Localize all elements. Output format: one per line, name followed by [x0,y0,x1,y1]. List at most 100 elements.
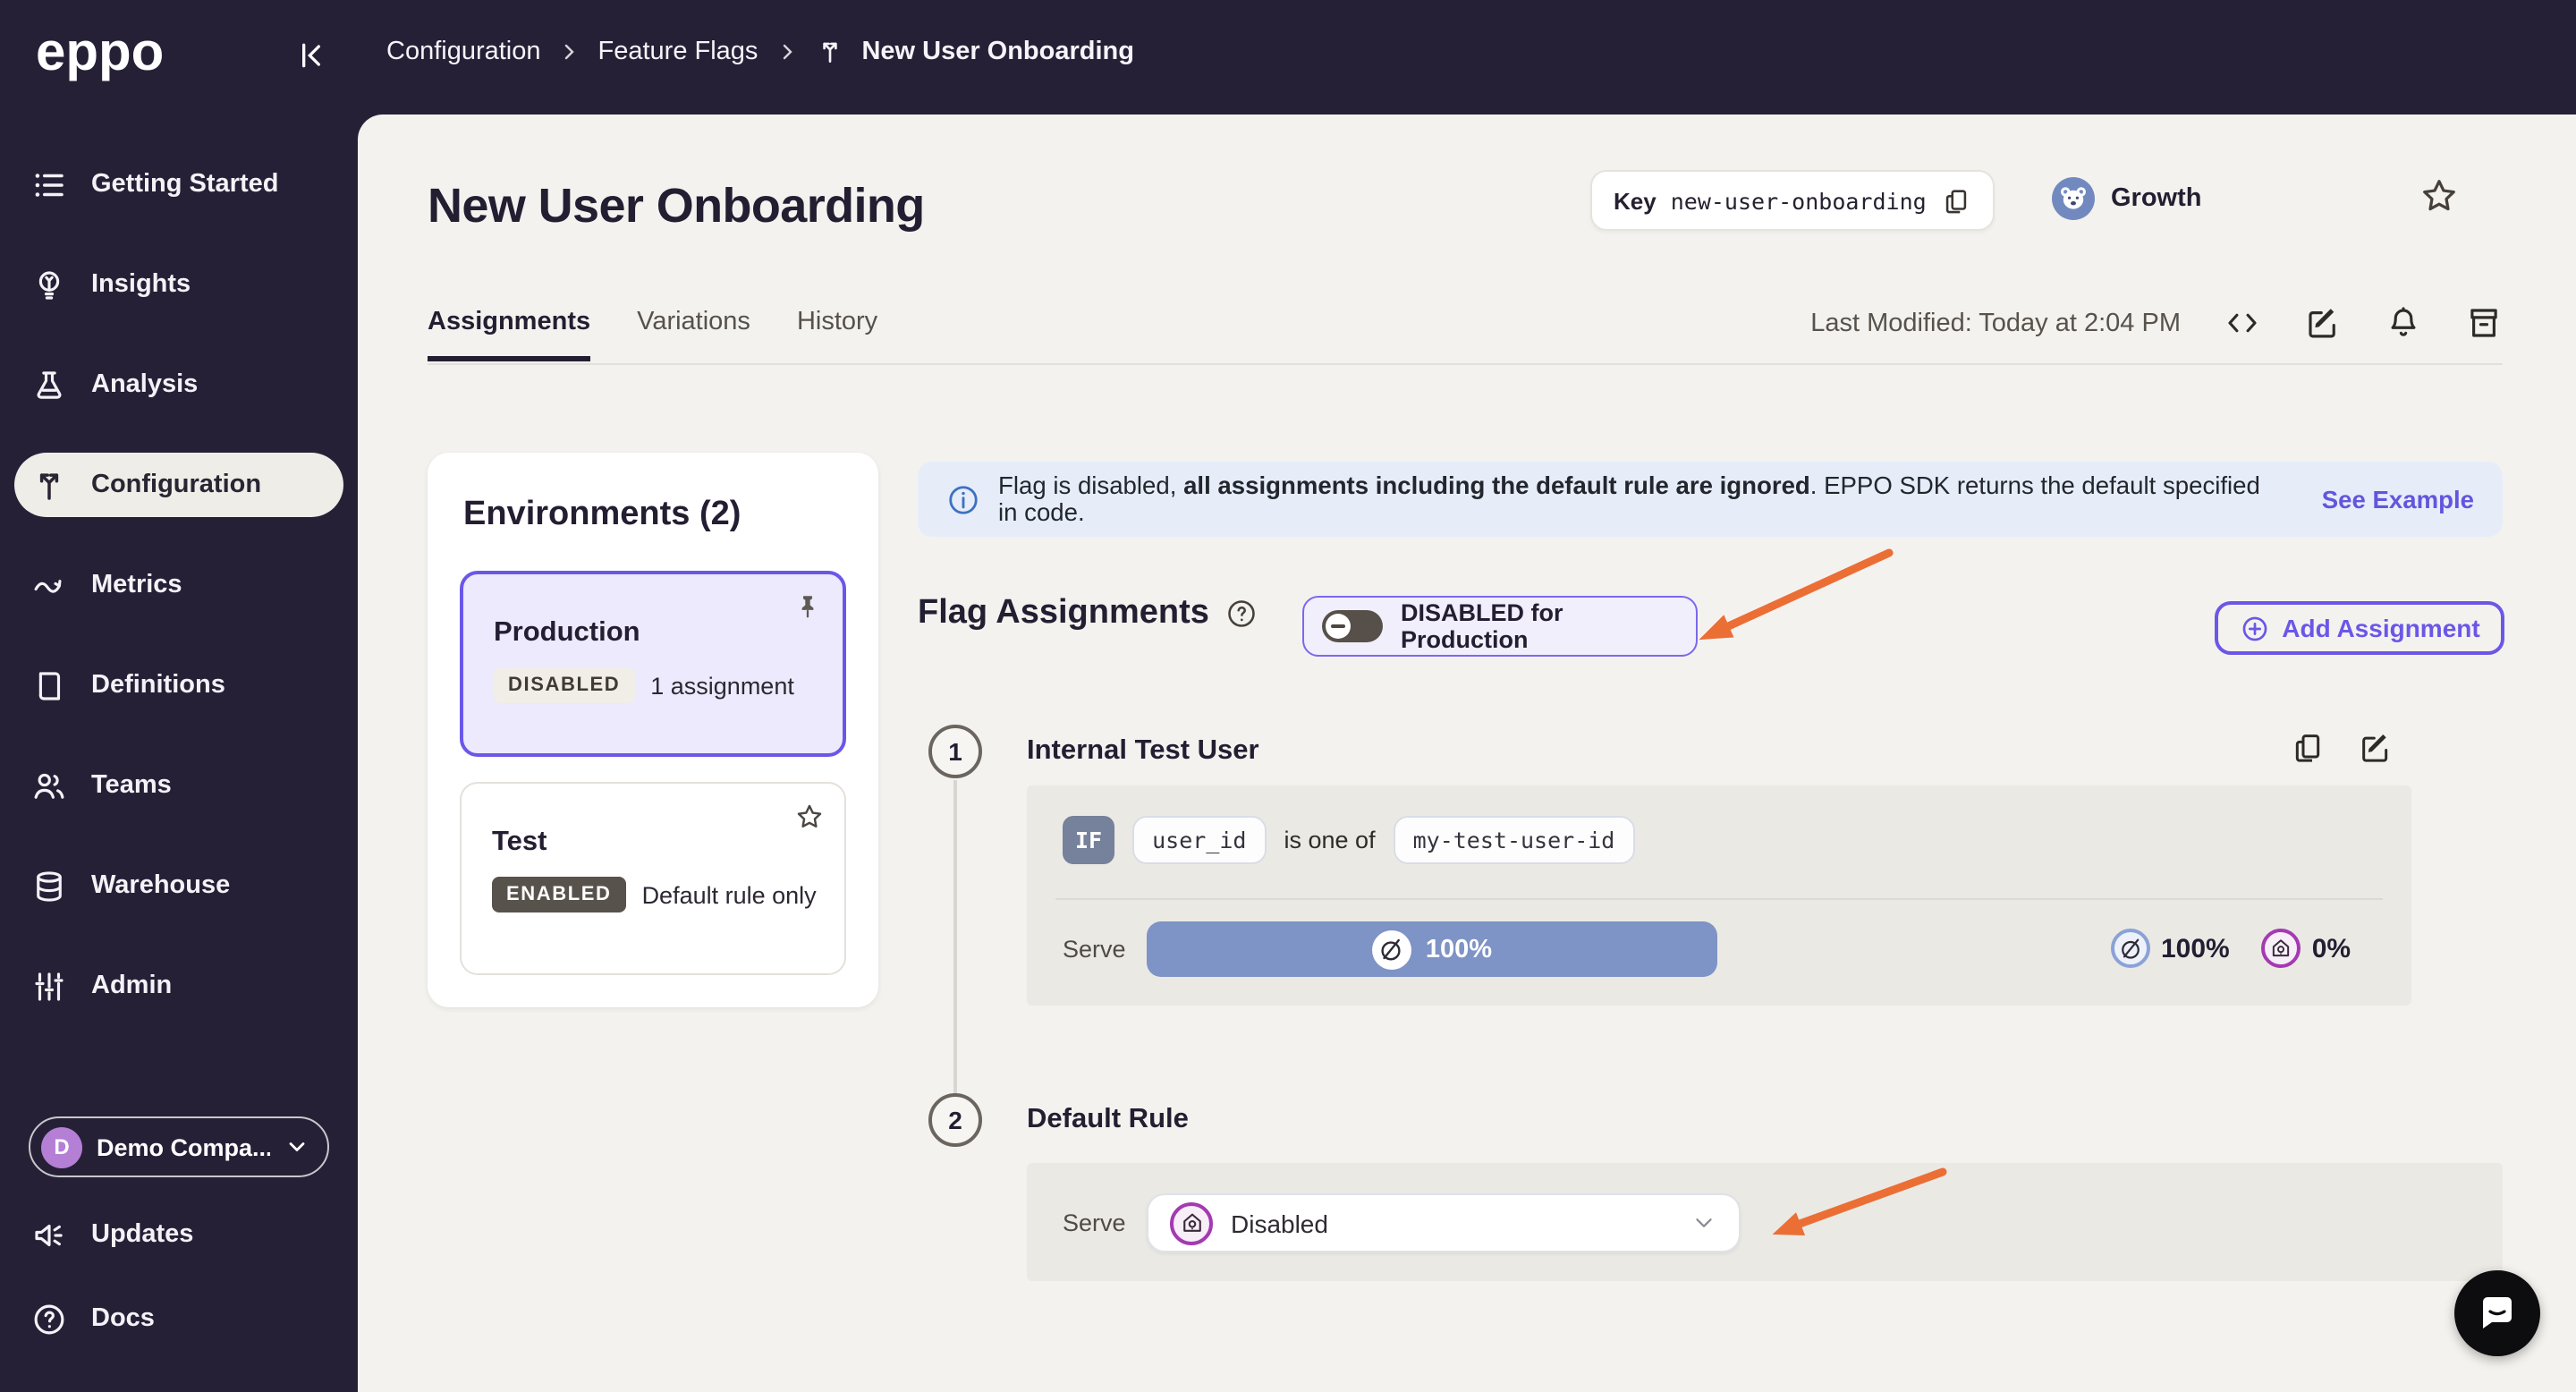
plus-circle-icon [2239,613,2269,643]
sidebar-item-admin[interactable]: Admin [0,954,358,1018]
sidebar-item-label: Configuration [91,471,262,499]
sidebar-item-label: Metrics [91,571,182,599]
tab-history[interactable]: History [797,308,877,360]
environment-card-test[interactable]: Test ENABLED Default rule only [460,782,846,975]
favorite-star-icon[interactable] [2419,175,2460,216]
list-icon [30,166,68,203]
legend-percent: 100% [2161,933,2230,963]
sidebar-item-configuration[interactable]: Configuration [14,453,343,517]
see-example-link[interactable]: See Example [2322,486,2474,513]
sidebar-item-updates[interactable]: Updates [0,1202,358,1267]
rule-name: Internal Test User [1027,735,1259,766]
breadcrumb-feature-flags[interactable]: Feature Flags [598,38,758,66]
status-badge: ENABLED [492,877,626,912]
sidebar-item-label: Warehouse [91,871,231,900]
chat-launcher-button[interactable] [2454,1270,2540,1356]
copy-icon[interactable] [1941,185,1971,216]
environment-detail: 1 assignment [650,672,794,699]
rule-panel: IF user_id is one of my-test-user-id Ser… [1027,785,2411,1006]
sidebar-item-insights[interactable]: Insights [0,252,358,317]
account-name: Demo Compa... [97,1133,270,1160]
divider [1055,898,2383,900]
key-label: Key [1614,187,1657,214]
flag-assignments-heading: Flag Assignments [918,594,1258,633]
chevron-down-icon [1690,1210,1717,1236]
avatar: D [41,1126,82,1167]
sidebar: Getting Started Insights Analysis Config… [0,0,358,1392]
edit-icon[interactable] [2304,304,2342,342]
account-switcher[interactable]: D Demo Compa... [29,1116,329,1177]
condition-operator: is one of [1284,827,1376,853]
environment-name: Production [494,617,640,648]
environment-enable-toggle[interactable]: DISABLED for Production [1302,596,1698,657]
help-icon[interactable] [1225,598,1258,630]
tab-variations[interactable]: Variations [637,308,750,360]
add-assignment-button[interactable]: Add Assignment [2215,601,2504,655]
legend-percent: 0% [2311,933,2351,963]
edit-icon[interactable] [2358,730,2394,766]
sidebar-item-label: Getting Started [91,170,279,199]
variation-enabled-icon [2111,929,2150,968]
serve-label: Serve [1063,936,1126,963]
serve-allocation-bar[interactable]: 100% [1147,921,1717,977]
variation-disabled-icon [2261,929,2301,968]
chevron-down-icon [284,1134,309,1159]
environment-detail: Default rule only [641,881,817,908]
tabs-divider [428,363,2503,365]
rule-number-badge: 2 [928,1093,982,1147]
variation-enabled-icon [1371,929,1411,969]
header-actions: Last Modified: Today at 2:04 PM [1810,304,2503,342]
page-title: New User Onboarding [428,179,925,233]
sidebar-item-label: Admin [91,972,173,1000]
key-value: new-user-onboarding [1670,187,1927,214]
breadcrumb: Configuration Feature Flags New User Onb… [386,38,1134,66]
sidebar-item-teams[interactable]: Teams [0,753,358,818]
team-name: Growth [2111,184,2202,213]
sidebar-item-definitions[interactable]: Definitions [0,653,358,717]
sidebar-item-label: Docs [91,1304,155,1333]
serve-bar-percent: 100% [1425,935,1493,963]
serve-label: Serve [1063,1210,1126,1236]
megaphone-icon [30,1216,68,1253]
environments-title: Environments (2) [463,496,741,533]
flag-key-chip[interactable]: Key new-user-onboarding [1590,170,1995,231]
book-icon [30,666,68,704]
sidebar-item-label: Definitions [91,671,225,700]
archive-icon[interactable] [2465,304,2503,342]
rule-actions [2290,730,2394,766]
question-circle-icon [30,1300,68,1337]
allocation-legend: 100% 0% [2111,929,2372,968]
tab-assignments[interactable]: Assignments [428,308,591,361]
banner-text: Flag is disabled, all assignments includ… [998,472,2260,526]
sidebar-item-getting-started[interactable]: Getting Started [0,152,358,216]
sidebar-item-analysis[interactable]: Analysis [0,352,358,417]
copy-icon[interactable] [2290,730,2326,766]
sliders-icon [30,967,68,1005]
default-rule-panel: Serve Disabled [1027,1163,2503,1281]
condition-value-chip: my-test-user-id [1393,816,1635,864]
breadcrumb-current-page: New User Onboarding [861,38,1134,66]
sidebar-item-label: Analysis [91,370,199,399]
database-icon [30,867,68,904]
tab-bar: Assignments Variations History [428,308,877,361]
sidebar-item-metrics[interactable]: Metrics [0,553,358,617]
breadcrumb-configuration[interactable]: Configuration [386,38,541,66]
star-icon[interactable] [794,802,825,832]
flask-icon [30,366,68,403]
chevron-right-icon [775,41,797,63]
info-banner: Flag is disabled, all assignments includ… [918,462,2503,537]
team-badge[interactable]: Growth [2052,177,2202,220]
info-icon [946,482,980,516]
sidebar-item-docs[interactable]: Docs [0,1286,358,1351]
variation-disabled-icon [1170,1201,1213,1244]
default-rule-serve-dropdown[interactable]: Disabled [1147,1193,1741,1252]
rule-number-badge: 1 [928,725,982,778]
if-badge: IF [1063,816,1115,864]
environment-card-production[interactable]: Production DISABLED 1 assignment [460,571,846,757]
users-icon [30,767,68,804]
bell-icon[interactable] [2385,304,2422,342]
code-icon[interactable] [2224,304,2261,342]
sidebar-item-warehouse[interactable]: Warehouse [0,853,358,918]
pin-icon[interactable] [792,592,823,623]
sidebar-item-label: Teams [91,771,172,800]
